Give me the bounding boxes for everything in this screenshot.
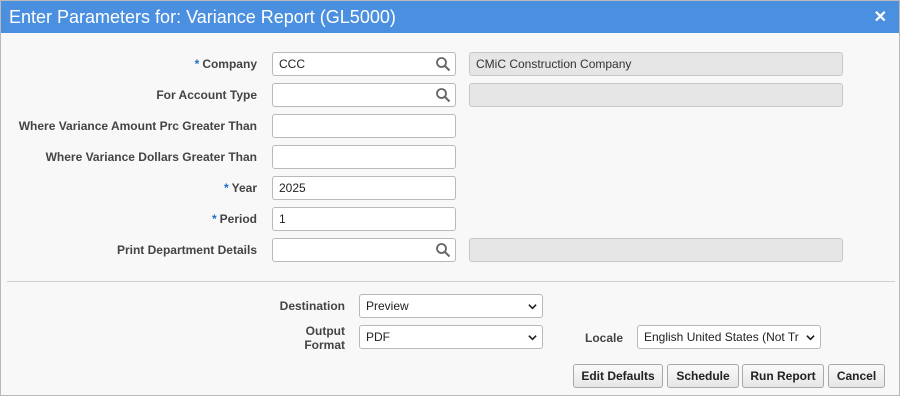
variance-dollars-input[interactable] (272, 145, 456, 169)
required-marker: * (211, 212, 217, 226)
output-format-label: Output Format (304, 324, 345, 352)
dialog-titlebar: Enter Parameters for: Variance Report (G… (1, 1, 899, 33)
edit-defaults-button[interactable]: Edit Defaults (573, 364, 663, 388)
dialog-title: Enter Parameters for: Variance Report (G… (9, 7, 396, 27)
year-input[interactable]: 2025 (272, 176, 456, 200)
account-type-label: For Account Type (156, 88, 257, 102)
print-dept-row: Print Department Details (1, 238, 899, 262)
required-marker: * (223, 181, 229, 195)
chevron-down-icon (528, 335, 537, 341)
period-row: * Period 1 (1, 207, 899, 231)
period-input[interactable]: 1 (272, 207, 456, 231)
destination-label: Destination (279, 299, 345, 313)
variance-dollars-label: Where Variance Dollars Greater Than (45, 150, 257, 164)
company-row: * Company CCC CMiC Construction Company (1, 52, 899, 76)
variance-dollars-row: Where Variance Dollars Greater Than (1, 145, 899, 169)
search-icon[interactable] (435, 56, 451, 72)
variance-amount-label: Where Variance Amount Prc Greater Than (18, 119, 257, 133)
period-label: * Period (211, 212, 257, 226)
required-marker: * (194, 57, 200, 71)
account-type-input[interactable] (272, 83, 456, 107)
close-icon[interactable]: ✕ (874, 7, 887, 27)
run-report-button[interactable]: Run Report (742, 364, 824, 388)
schedule-button[interactable]: Schedule (667, 364, 739, 388)
variance-amount-row: Where Variance Amount Prc Greater Than (1, 114, 899, 138)
print-dept-input[interactable] (272, 238, 456, 262)
company-description: CMiC Construction Company (469, 52, 843, 76)
locale-label: Locale (584, 331, 623, 345)
destination-select[interactable]: Preview (359, 294, 543, 318)
output-format-select[interactable]: PDF (359, 325, 543, 349)
parameters-dialog: Enter Parameters for: Variance Report (G… (0, 0, 900, 396)
cancel-button[interactable]: Cancel (828, 364, 885, 388)
company-input[interactable]: CCC (272, 52, 456, 76)
variance-amount-input[interactable] (272, 114, 456, 138)
year-row: * Year 2025 (1, 176, 899, 200)
account-type-description (469, 83, 843, 107)
section-divider (7, 281, 895, 282)
print-dept-label: Print Department Details (116, 243, 257, 257)
company-label: * Company (194, 57, 257, 71)
locale-select[interactable]: English United States (Not Tr (637, 325, 821, 349)
chevron-down-icon (806, 335, 815, 341)
print-dept-description (469, 238, 843, 262)
year-label: * Year (223, 181, 257, 195)
search-icon[interactable] (435, 242, 451, 258)
search-icon[interactable] (435, 87, 451, 103)
chevron-down-icon (528, 304, 537, 310)
account-type-row: For Account Type (1, 83, 899, 107)
